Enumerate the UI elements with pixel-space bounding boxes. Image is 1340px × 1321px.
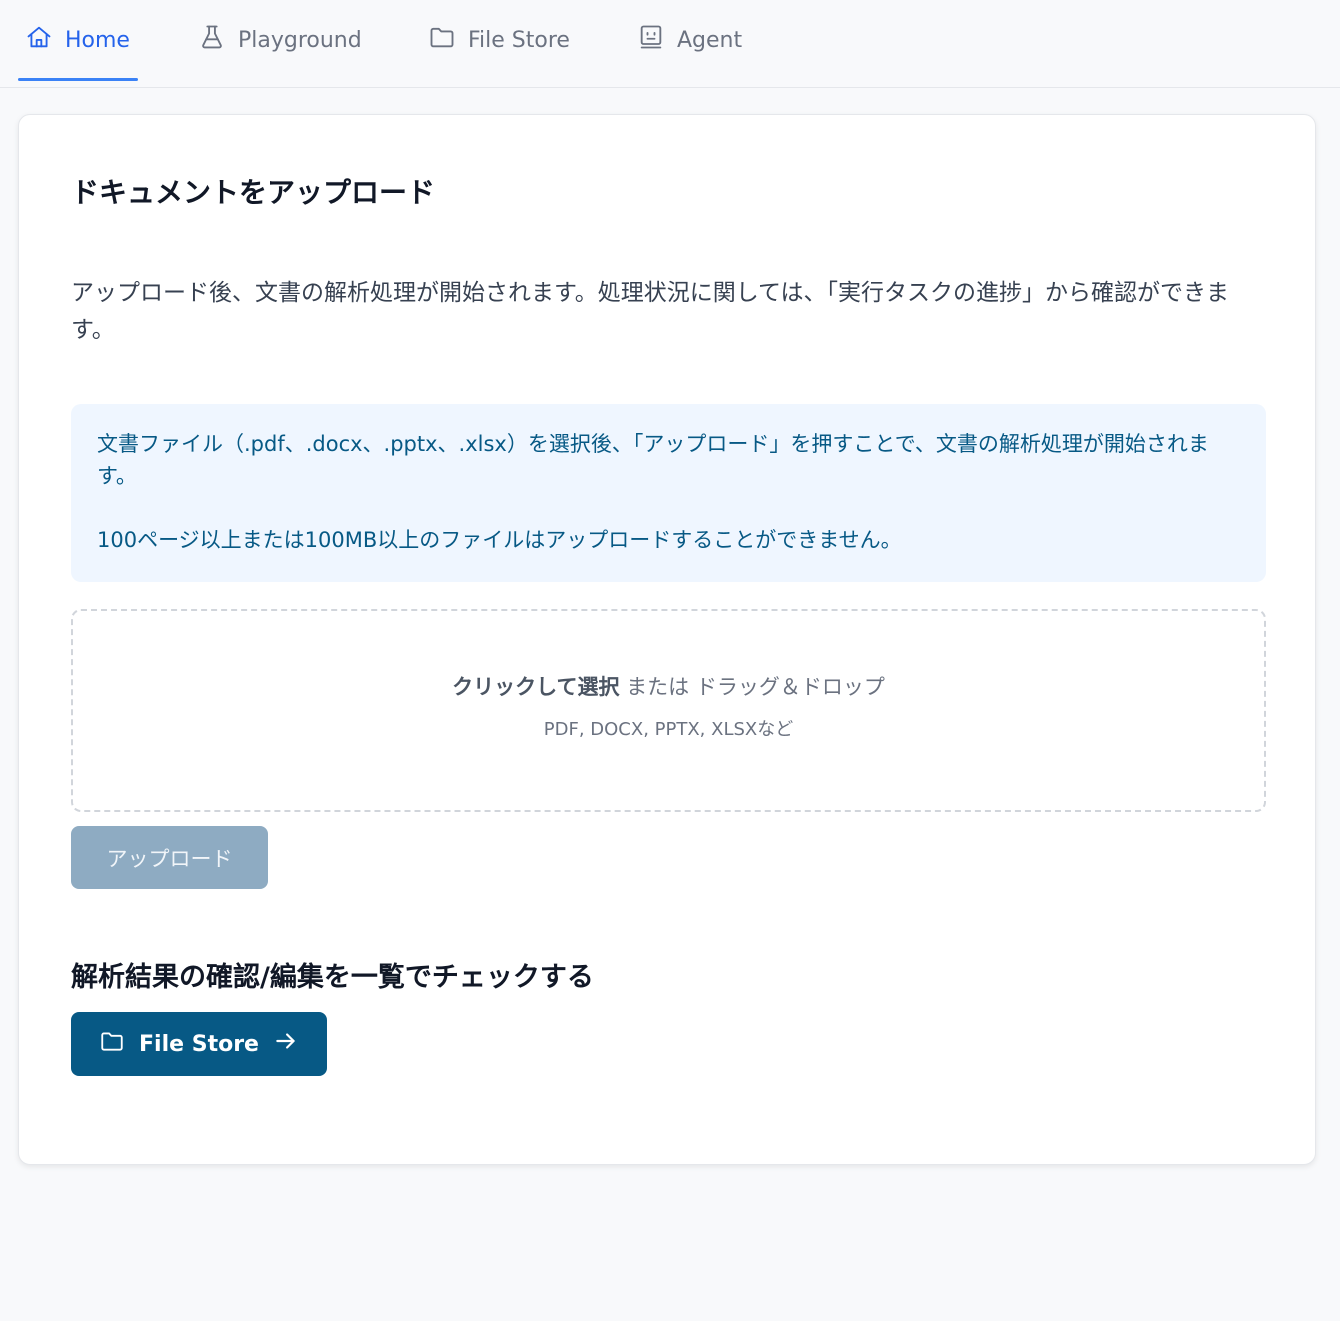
tab-home[interactable]: Home [18, 0, 138, 81]
tab-agent[interactable]: Agent [637, 0, 742, 80]
dropzone-click-text: クリックして選択 [452, 675, 620, 699]
file-store-button[interactable]: File Store [71, 1012, 327, 1076]
top-nav: Home Playground File Store Agent [0, 0, 1340, 88]
upload-title: ドキュメントをアップロード [71, 176, 436, 209]
tab-file-store[interactable]: File Store [428, 0, 570, 80]
upload-button[interactable]: アップロード [71, 826, 268, 889]
tab-agent-label: Agent [677, 27, 743, 53]
file-dropzone[interactable]: クリックして選択 または ドラッグ＆ドロップ PDF, DOCX, PPTX, … [71, 609, 1266, 812]
robot-icon [637, 23, 665, 57]
info-box: 文書ファイル（.pdf、.docx、.pptx、.xlsx）を選択後、「アップロ… [71, 404, 1266, 582]
tab-file-store-label: File Store [468, 27, 570, 53]
flask-icon [198, 23, 226, 57]
file-store-button-label: File Store [139, 1031, 259, 1057]
tab-playground[interactable]: Playground [198, 0, 362, 80]
info-text-limits: 100ページ以上または100MB以上のファイルはアップロードすることができません… [97, 528, 902, 552]
tab-home-label: Home [65, 27, 130, 53]
info-text-formats: 文書ファイル（.pdf、.docx、.pptx、.xlsx）を選択後、「アップロ… [97, 432, 1209, 488]
folder-icon [428, 23, 456, 57]
upload-description: アップロード後、文書の解析処理が開始されます。処理状況に関しては、「実行タスクの… [71, 280, 1230, 343]
folder-icon [99, 1028, 125, 1060]
home-icon [25, 23, 53, 57]
dropzone-formats: PDF, DOCX, PPTX, XLSXなど [543, 719, 794, 740]
dropzone-instruction: クリックして選択 または ドラッグ＆ドロップ [73, 671, 1264, 701]
review-title: 解析結果の確認/編集を一覧でチェックする [71, 962, 594, 993]
dropzone-or-text: または ドラッグ＆ドロップ [619, 675, 885, 699]
tab-playground-label: Playground [238, 27, 362, 53]
upload-card: ドキュメントをアップロード アップロード後、文書の解析処理が開始されます。処理状… [18, 114, 1316, 1165]
arrow-right-icon [273, 1028, 299, 1060]
